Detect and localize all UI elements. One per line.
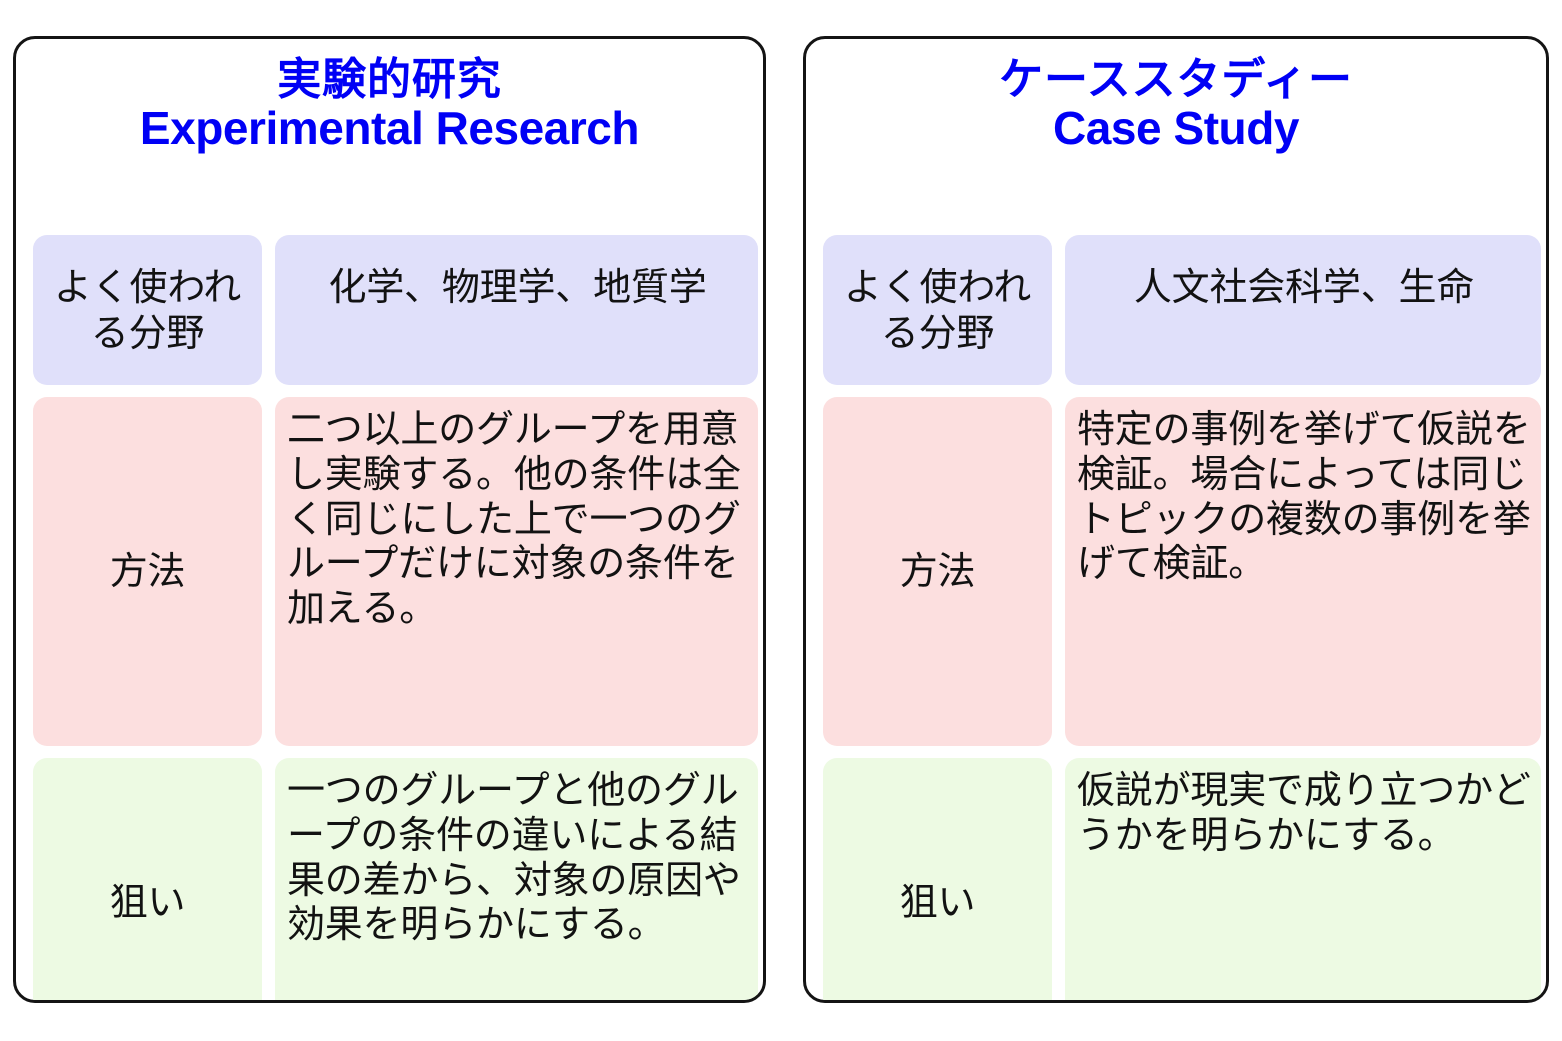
row-value-aim: 一つのグループと他のグループの条件の違いによる結果の差から、対象の原因や効果を明… xyxy=(275,758,758,1000)
row-label-fields: よく使われ る分野 xyxy=(33,235,262,385)
panel-experimental-research: 実験的研究 Experimental Research よく使われ る分野 化学… xyxy=(13,36,766,1003)
row-value-method-text: 二つ以上のグループを用意し実験する。他の条件は全く同じにした上で一つのグループだ… xyxy=(287,407,741,631)
comparison-table-experimental: よく使われ る分野 化学、物理学、地質学 方法 二つ以上のグループを用意し実験す… xyxy=(16,235,763,1000)
table-row-fields: よく使われ る分野 化学、物理学、地質学 xyxy=(16,235,763,385)
table-row-method: 方法 二つ以上のグループを用意し実験する。他の条件は全く同じにした上で一つのグル… xyxy=(16,397,763,746)
panel-title-english: Experimental Research xyxy=(139,101,640,154)
row-label-fields-text: よく使われ る分野 xyxy=(53,264,242,355)
panel-title-japanese: ケーススタディー xyxy=(999,55,1353,104)
row-label-aim-text: 狙い xyxy=(109,879,186,924)
row-label-method: 方法 xyxy=(33,397,262,746)
row-value-method: 二つ以上のグループを用意し実験する。他の条件は全く同じにした上で一つのグループだ… xyxy=(275,397,758,746)
panel-case-study: ケーススタディー Case Study よく使われ る分野 人文社会科学、生命 … xyxy=(803,36,1549,1003)
row-label-aim: 狙い xyxy=(823,758,1052,1000)
row-value-aim: 仮説が現実で成り立つかどうかを明らかにする。 xyxy=(1065,758,1541,1000)
row-value-fields-text: 化学、物理学、地質学 xyxy=(328,265,707,309)
row-value-aim-text: 仮説が現実で成り立つかどうかを明らかにする。 xyxy=(1077,768,1531,857)
table-row-aim: 狙い 仮説が現実で成り立つかどうかを明らかにする。 xyxy=(806,758,1546,1000)
row-value-fields: 人文社会科学、生命 xyxy=(1065,235,1541,385)
row-label-method: 方法 xyxy=(823,397,1052,746)
table-row-fields: よく使われ る分野 人文社会科学、生命 xyxy=(806,235,1546,385)
row-value-fields-text: 人文社会科学、生命 xyxy=(1133,265,1475,309)
row-value-aim-text: 一つのグループと他のグループの条件の違いによる結果の差から、対象の原因や効果を明… xyxy=(287,768,741,947)
row-label-fields-text: よく使われ る分野 xyxy=(843,264,1032,355)
panel-title-japanese: 実験的研究 xyxy=(277,55,502,104)
panel-title-experimental: 実験的研究 Experimental Research xyxy=(16,39,763,152)
row-label-aim-text: 狙い xyxy=(899,879,976,924)
panel-title-case-study: ケーススタディー Case Study xyxy=(806,39,1546,152)
row-label-fields: よく使われ る分野 xyxy=(823,235,1052,385)
comparison-table-case-study: よく使われ る分野 人文社会科学、生命 方法 特定の事例を挙げて仮説を検証。場合… xyxy=(806,235,1546,1000)
comparison-diagram: 実験的研究 Experimental Research よく使われ る分野 化学… xyxy=(0,0,1562,1041)
row-value-fields: 化学、物理学、地質学 xyxy=(275,235,758,385)
row-label-aim: 狙い xyxy=(33,758,262,1000)
row-value-method-text: 特定の事例を挙げて仮説を検証。場合によっては同じトピックの複数の事例を挙げて検証… xyxy=(1077,407,1531,586)
table-row-aim: 狙い 一つのグループと他のグループの条件の違いによる結果の差から、対象の原因や効… xyxy=(16,758,763,1000)
row-label-method-text: 方法 xyxy=(899,549,976,594)
row-value-method: 特定の事例を挙げて仮説を検証。場合によっては同じトピックの複数の事例を挙げて検証… xyxy=(1065,397,1541,746)
panel-title-english: Case Study xyxy=(1053,101,1299,154)
row-label-method-text: 方法 xyxy=(109,549,186,594)
table-row-method: 方法 特定の事例を挙げて仮説を検証。場合によっては同じトピックの複数の事例を挙げ… xyxy=(806,397,1546,746)
